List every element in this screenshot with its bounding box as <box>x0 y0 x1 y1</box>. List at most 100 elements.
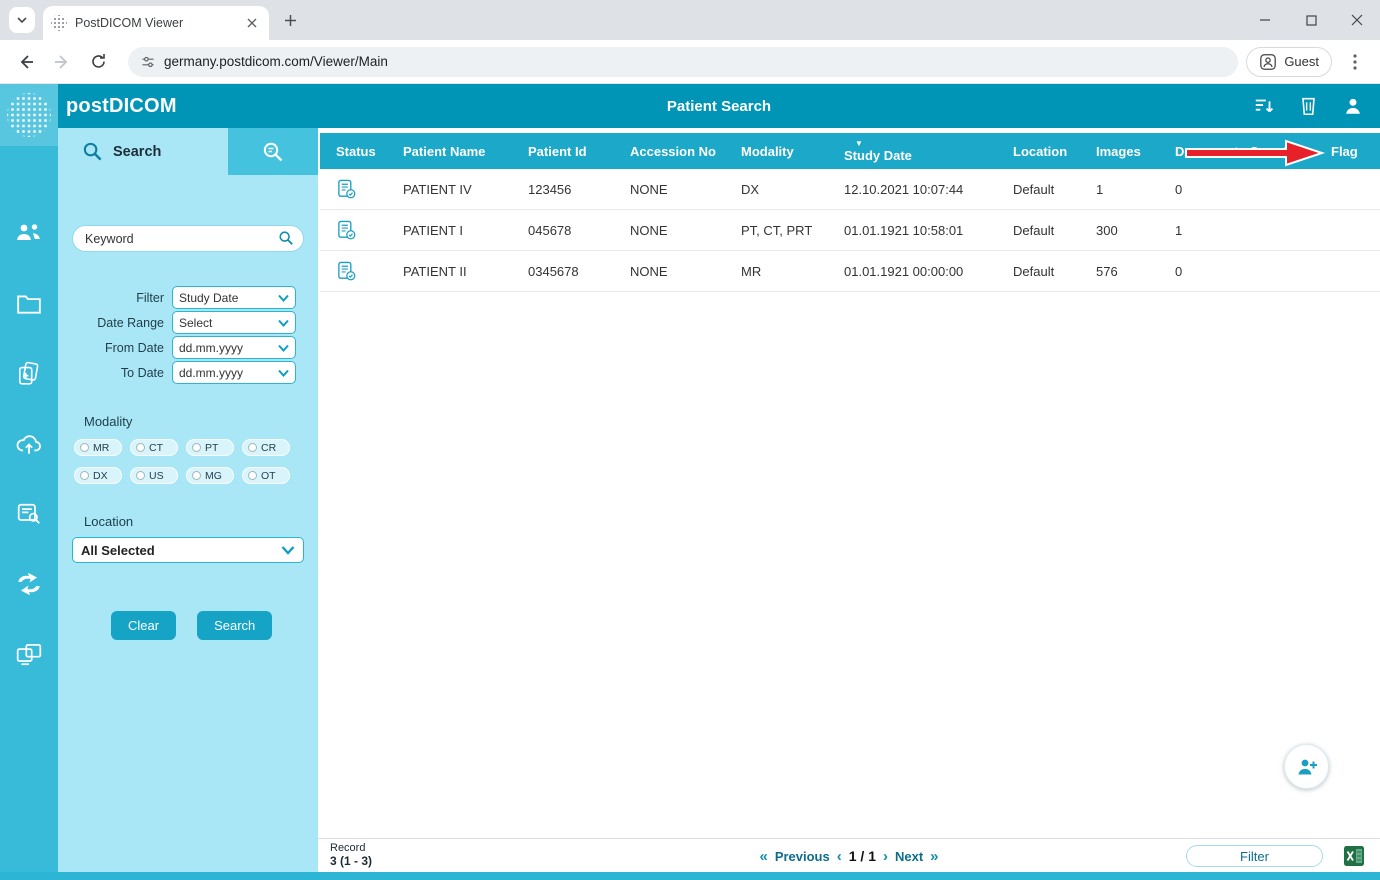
sidebar-item-patient-search[interactable] <box>0 210 58 254</box>
previous-page-button[interactable]: Previous <box>775 849 830 864</box>
sidebar-item-upload[interactable] <box>0 422 58 466</box>
cell-study-date: 12.10.2021 10:07:44 <box>844 181 964 197</box>
filter-select-value: Study Date <box>179 290 239 305</box>
modality-option-ot[interactable]: OT <box>242 467 290 484</box>
modality-option-cr[interactable]: CR <box>242 439 290 456</box>
sort-icon[interactable] <box>1253 95 1275 117</box>
new-tab-button[interactable] <box>277 7 303 33</box>
date-range-label: Date Range <box>97 315 164 330</box>
browser-tab[interactable]: PostDICOM Viewer <box>43 6 269 40</box>
table-row[interactable]: PATIENT II 0345678 NONE MR 01.01.1921 00… <box>320 251 1380 292</box>
sidebar-logo[interactable] <box>0 84 58 146</box>
modality-option-ct[interactable]: CT <box>130 439 178 456</box>
column-header-flag[interactable]: Flag <box>1323 144 1380 159</box>
plus-icon <box>284 14 296 26</box>
delete-icon[interactable] <box>1299 95 1318 117</box>
table-row[interactable]: PATIENT I 045678 NONE PT, CT, PRT 01.01.… <box>320 210 1380 251</box>
cell-documents-count: 0 <box>1175 263 1183 279</box>
from-date-select[interactable]: dd.mm.yyyy <box>172 336 296 359</box>
url-text: germany.postdicom.com/Viewer/Main <box>164 54 388 69</box>
first-page-icon[interactable]: « <box>759 848 767 865</box>
cell-accession-no: NONE <box>630 181 668 197</box>
modality-option-label: MR <box>93 441 110 454</box>
tab-close-icon[interactable] <box>243 14 261 32</box>
export-excel-button[interactable] <box>1344 846 1364 866</box>
footer-filter-button[interactable]: Filter <box>1186 845 1323 867</box>
next-page-icon[interactable]: › <box>883 848 888 865</box>
modality-option-us[interactable]: US <box>130 467 178 484</box>
user-icon[interactable] <box>1342 95 1364 117</box>
date-range-row: Date Range Select <box>58 311 318 334</box>
column-header-patient-id[interactable]: Patient Id <box>520 144 622 159</box>
radio-icon <box>80 471 89 480</box>
forward-button[interactable] <box>48 48 76 76</box>
main-content: Status Patient Name Patient Id Accession… <box>318 128 1380 880</box>
guest-profile-button[interactable]: Guest <box>1246 46 1332 77</box>
column-header-status[interactable]: Status <box>320 144 395 159</box>
tab-basic-search[interactable]: Search <box>58 128 228 175</box>
documents-stack-icon <box>18 361 39 385</box>
chevron-down-icon <box>278 294 289 302</box>
modality-option-dx[interactable]: DX <box>74 467 122 484</box>
modality-label: Modality <box>84 414 133 429</box>
column-header-location[interactable]: Location <box>1005 144 1088 159</box>
status-cell <box>320 220 395 241</box>
tab-search-button[interactable] <box>9 7 35 33</box>
cell-patient-name: PATIENT IV <box>403 181 472 197</box>
to-date-select[interactable]: dd.mm.yyyy <box>172 361 296 384</box>
sidebar-item-dicom-documents[interactable] <box>0 352 58 396</box>
table-row[interactable]: PATIENT IV 123456 NONE DX 12.10.2021 10:… <box>320 169 1380 210</box>
search-panel-tabs: Search <box>58 128 318 175</box>
screen: PostDICOM Viewer germany.postdicom.com/V… <box>0 0 1380 880</box>
cell-location: Default <box>1013 263 1055 279</box>
modality-option-pt[interactable]: PT <box>186 439 234 456</box>
previous-page-icon[interactable]: ‹ <box>837 848 842 865</box>
sidebar-item-folders[interactable] <box>0 282 58 326</box>
keyword-input[interactable] <box>72 225 304 252</box>
chevron-down-icon <box>278 344 289 352</box>
close-icon <box>1351 14 1363 26</box>
url-bar[interactable]: germany.postdicom.com/Viewer/Main <box>128 46 1239 77</box>
cell-accession-no: NONE <box>630 222 668 238</box>
radio-icon <box>248 471 257 480</box>
column-header-patient-name[interactable]: Patient Name <box>395 144 520 159</box>
cell-study-date: 01.01.1921 00:00:00 <box>844 263 964 279</box>
sort-descending-icon: ▼ <box>855 138 863 148</box>
back-button[interactable] <box>12 48 40 76</box>
clear-button[interactable]: Clear <box>111 611 177 640</box>
column-header-study-date[interactable]: ▼ Study Date <box>836 138 1005 163</box>
cloud-upload-icon <box>16 435 41 454</box>
maximize-button[interactable] <box>1288 0 1334 40</box>
location-select[interactable]: All Selected <box>72 537 304 563</box>
close-window-button[interactable] <box>1334 0 1380 40</box>
modality-option-mg[interactable]: MG <box>186 467 234 484</box>
date-range-select[interactable]: Select <box>172 311 296 334</box>
column-header-modality[interactable]: Modality <box>733 144 836 159</box>
tab-advanced-search[interactable] <box>228 128 318 175</box>
app-header: Patient Search postDICOM <box>58 84 1380 128</box>
last-page-icon[interactable]: » <box>930 848 938 865</box>
column-header-accession-no[interactable]: Accession No <box>622 144 733 159</box>
red-annotation-arrow <box>1185 139 1326 167</box>
filter-select[interactable]: Study Date <box>172 286 296 309</box>
column-header-images[interactable]: Images <box>1088 144 1167 159</box>
keyword-search-icon[interactable] <box>278 230 294 251</box>
person-add-icon <box>1298 759 1317 774</box>
modality-option-mr[interactable]: MR <box>74 439 122 456</box>
minimize-button[interactable] <box>1242 0 1288 40</box>
add-patient-button[interactable] <box>1284 744 1329 789</box>
sidebar-item-transfer[interactable] <box>0 632 58 676</box>
column-header-study-date-label: Study Date <box>844 147 912 163</box>
chevron-down-icon <box>17 17 27 24</box>
search-button[interactable]: Search <box>197 611 273 640</box>
next-page-button[interactable]: Next <box>895 849 923 864</box>
page-title: Patient Search <box>666 97 772 115</box>
reload-button[interactable] <box>84 48 112 76</box>
brain-logo-icon <box>7 93 51 137</box>
app-body: Search Keyword Filter Study Date Date Ra… <box>58 128 1380 880</box>
sidebar-item-worklist[interactable] <box>0 492 58 536</box>
to-date-label: To Date <box>120 365 164 380</box>
browser-menu-button[interactable] <box>1342 49 1368 75</box>
browser-toolbar: germany.postdicom.com/Viewer/Main Guest <box>0 40 1380 84</box>
sidebar-item-share[interactable] <box>0 562 58 606</box>
